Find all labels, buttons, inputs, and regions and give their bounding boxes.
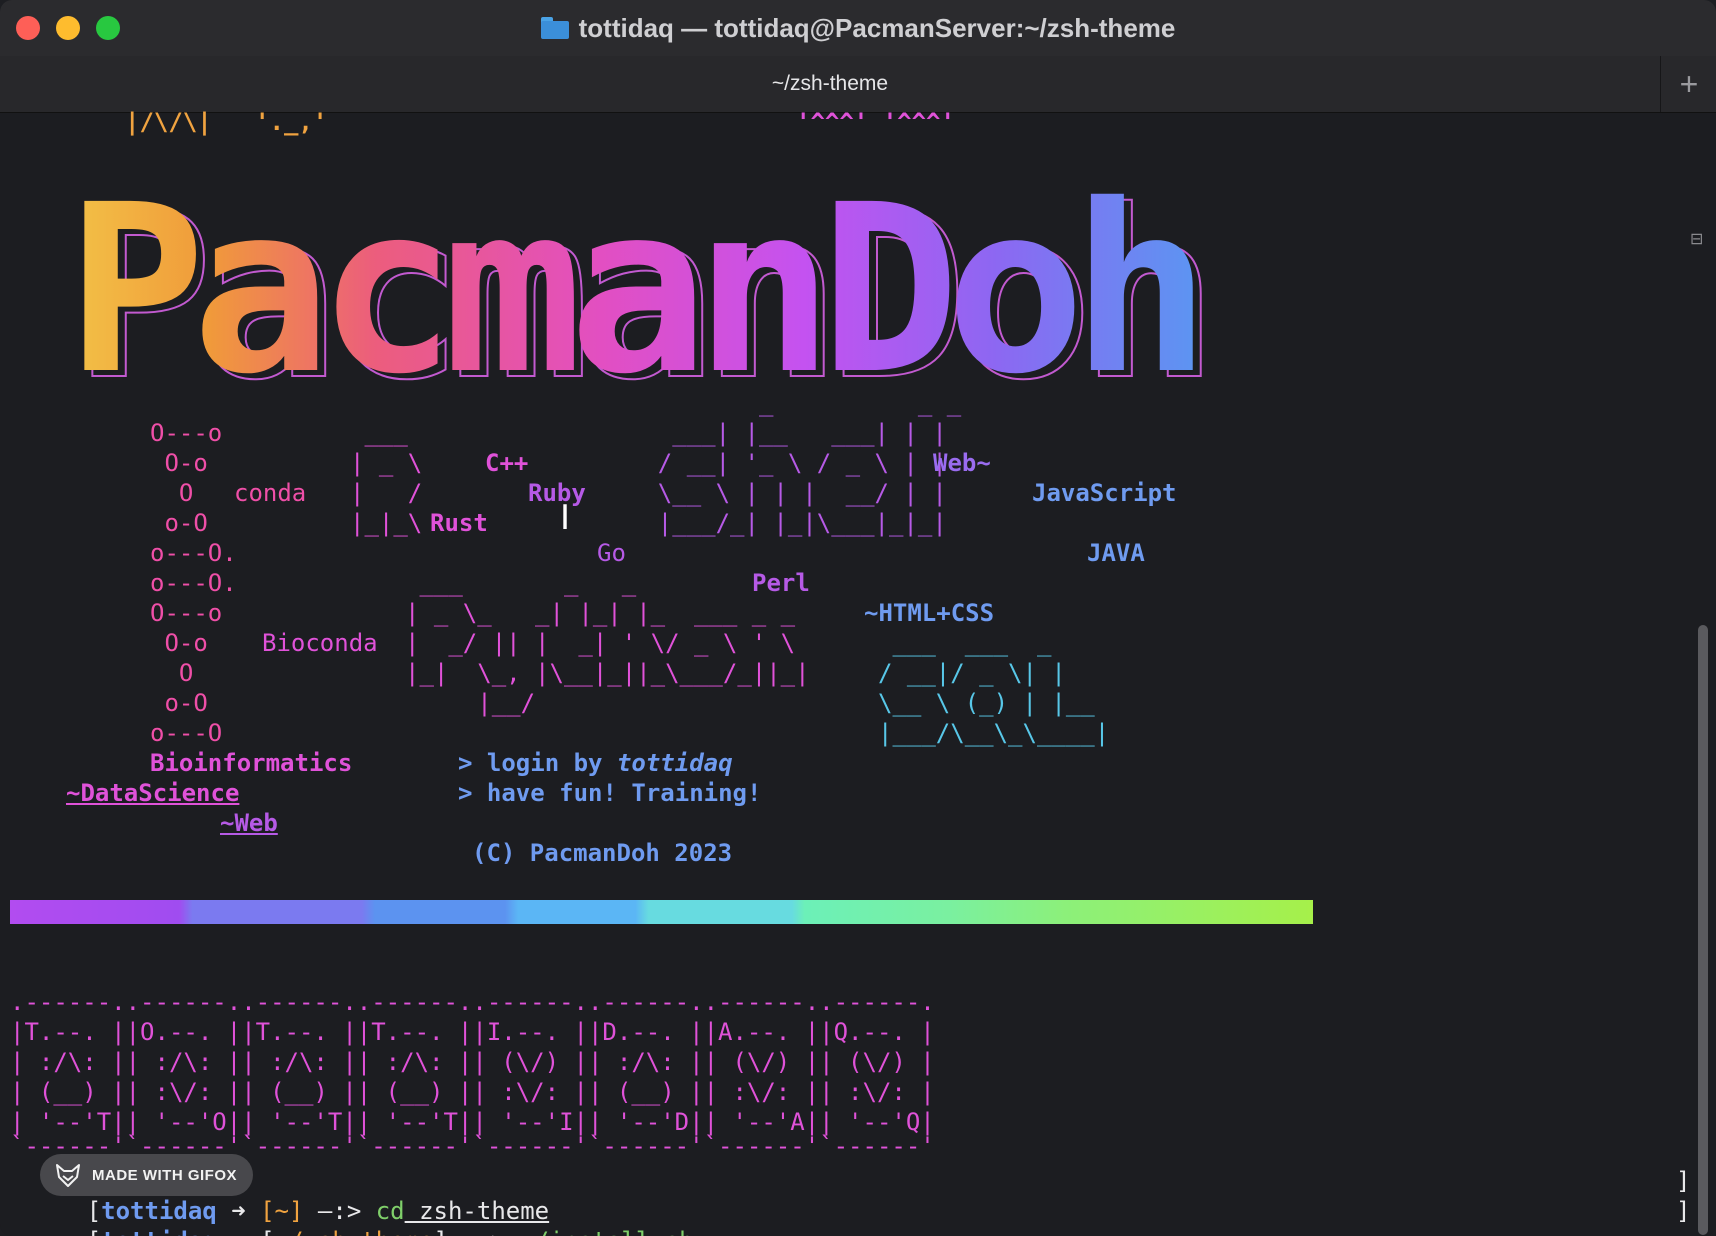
ascii-shell: _ _ _ [600,389,962,417]
zoom-button[interactable] [96,16,120,40]
copyright: (C) PacmanDoh 2023 [472,839,733,867]
label-bioinformatics: Bioinformatics [150,749,353,777]
label-go: Go [597,539,626,567]
ascii-sql: ___ ___ _ [878,629,1052,657]
title-bar: tottidaq — tottidaq@PacmanServer:~/zsh-t… [0,0,1716,56]
label-web: Web~ [933,449,991,477]
pacmandoh-logo: PacmanDoh [66,175,1256,405]
label-html-css: ~HTML+CSS [864,599,995,627]
window-controls [16,16,120,40]
prompt-right-bracket: ] [1676,1197,1691,1225]
ascii-r: | _ \ [350,449,423,477]
label-datascience: ~DataScience [66,779,240,807]
ascii-python: |__/ [405,689,536,717]
label-ruby: Ruby [528,479,586,507]
ascii-left-row: o---O. [150,569,237,597]
prompt-sep: —:> [448,1227,520,1236]
ascii-left-row: O [150,479,194,507]
ascii-fragment-left: |/\/\| '._,' [125,108,328,136]
text-cursor-icon: Ⅰ [560,498,571,538]
watermark-text: MADE WITH GIFOX [92,1166,237,1184]
label-rust: Rust [430,509,488,537]
prompt-command: ./install.sh [520,1227,693,1236]
minimize-button[interactable] [56,16,80,40]
label-web-sub: ~Web [220,809,278,837]
ascii-python: ___ _ _ [405,569,637,597]
login-message: > login by tottidaq [458,748,733,778]
ascii-r: |_|_\ [350,509,423,537]
prompt-user: tottidaq [101,1227,217,1236]
ascii-cards-row: .------..------..------..------..------.… [10,988,935,1016]
folder-icon [540,17,569,39]
ascii-python: |_| \_, |\__|_||_\___/_||_| [405,659,810,687]
ascii-left-row: o-O [150,509,208,537]
ascii-left-row: O-o [150,449,208,477]
label-bioconda: Bioconda [262,629,378,657]
rainbow-bar [10,900,1313,924]
ascii-shell: |___/_| |_|\___|_|_| [600,509,947,537]
terminal-window: tottidaq — tottidaq@PacmanServer:~/zsh-t… [0,0,1716,1236]
scroll-marker-icon[interactable]: ⊟ [1690,229,1710,249]
ascii-shell: \__ \ | | | __/ | | [600,479,947,507]
ascii-r: | / [350,479,423,507]
ascii-cards-row: | (__) || :\/: || (__) || (__) || :\/: |… [10,1078,935,1106]
new-tab-button[interactable]: + [1662,56,1716,112]
ascii-python: | _ \_ _| |_| |_ ___ _ _ [405,599,796,627]
ascii-sql: \__ \ (_) | |__ [878,689,1095,717]
label-conda: conda [234,479,307,507]
terminal-content[interactable]: |/\/\| '._,' '^^^' '^^^' PacmanDoh Pacma… [0,108,1716,1236]
prompt-dir: ~/zsh-theme [275,1227,434,1236]
ascii-shell: ___| |__ ___| | | [600,419,947,447]
ascii-sql: |___/\__\_\____| [878,719,1110,747]
ascii-cards-row: | :/\: || :/\: || :/\: || :/\: || (\/) |… [10,1048,935,1076]
login-prefix: > login by [458,749,617,777]
close-button[interactable] [16,16,40,40]
ascii-cards-row: |T.--. ||O.--. ||T.--. ||T.--. ||I.--. |… [10,1018,935,1046]
label-java: JAVA [1087,539,1145,567]
ascii-left-row: o-O [150,689,208,717]
fox-icon [56,1164,80,1187]
ascii-shell: / __| '_ \ / _ \ | | [600,449,947,477]
gifox-watermark: MADE WITH GIFOX [40,1154,253,1196]
ascii-python: | _/ || | _| ' \/ _ \ ' \ [405,629,796,657]
prompt-arrow: ➜ [217,1227,260,1236]
login-user: tottidaq [616,749,733,777]
ascii-left-row: O-o [150,629,208,657]
ascii-r: ___ [350,419,408,447]
ascii-left-row: o---O. [150,539,237,567]
fun-message: > have fun! Training! [458,779,762,807]
tab-zsh-theme[interactable]: ~/zsh-theme [0,56,1661,112]
ascii-left-row: O [150,659,194,687]
ascii-sql: / __|/ _ \| | [878,659,1066,687]
label-javascript: JavaScript [1032,479,1177,507]
prompt-right-bracket: ] [1676,1167,1691,1195]
label-perl: Perl [752,569,810,597]
ascii-left-row: O---o [150,599,223,627]
label-cpp: C++ [485,449,529,477]
ascii-fragment-right: '^^^' '^^^' [796,108,955,136]
window-title: tottidaq — tottidaq@PacmanServer:~/zsh-t… [578,12,1176,43]
prompt-line: [tottidaq ➜ [~/zsh-theme] —:> ./install.… [0,1196,694,1236]
scrollbar[interactable] [1698,625,1708,1235]
prompt-bracket: [ [87,1227,101,1236]
ascii-left-row: O---o [150,419,223,447]
tab-bar: ~/zsh-theme + [0,56,1716,113]
window-title-group: tottidaq — tottidaq@PacmanServer:~/zsh-t… [540,12,1176,44]
ascii-left-row: o---O [150,719,223,747]
